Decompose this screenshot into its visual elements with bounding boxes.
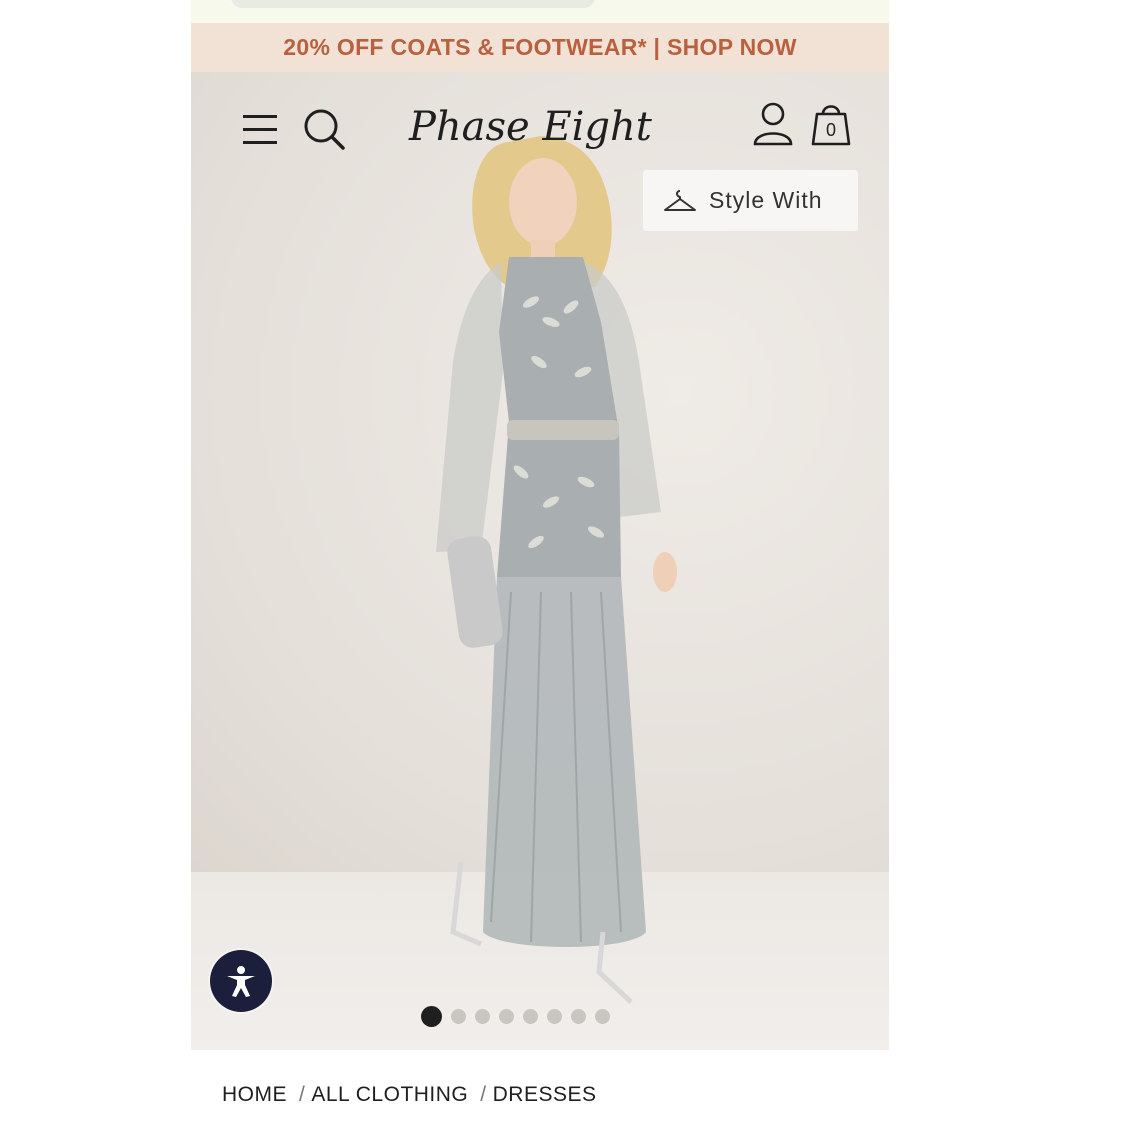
product-image-carousel[interactable]: Phase Eight 0 Style With [191, 72, 889, 1050]
browser-top-strip [191, 0, 889, 23]
bag-count-badge: 0 [825, 120, 836, 140]
style-with-button[interactable]: Style With [643, 170, 858, 231]
brand-logo[interactable]: Phase Eight [405, 96, 689, 162]
address-bar[interactable] [231, 0, 595, 8]
carousel-dot[interactable] [595, 1008, 610, 1024]
promo-banner[interactable]: 20% OFF COATS & FOOTWEAR* | SHOP NOW [191, 23, 889, 72]
svg-text:Phase Eight: Phase Eight [408, 104, 653, 150]
breadcrumb: HOME / ALL CLOTHING / DRESSES [222, 1080, 597, 1110]
search-icon[interactable] [301, 106, 347, 152]
breadcrumb-separator: / [480, 1083, 487, 1106]
accessibility-icon [227, 966, 255, 997]
breadcrumb-dresses[interactable]: DRESSES [493, 1083, 597, 1107]
carousel-dot[interactable] [547, 1008, 562, 1024]
accessibility-button[interactable] [210, 950, 272, 1012]
carousel-dots [421, 1005, 610, 1027]
carousel-dot[interactable] [451, 1008, 466, 1024]
breadcrumb-all-clothing[interactable]: ALL CLOTHING [311, 1083, 468, 1107]
menu-icon[interactable] [241, 112, 279, 148]
breadcrumb-home[interactable]: HOME [222, 1083, 287, 1107]
hanger-icon [664, 189, 696, 211]
account-icon[interactable] [751, 100, 795, 146]
product-page: 20% OFF COATS & FOOTWEAR* | SHOP NOW Pha… [191, 0, 889, 1134]
promo-text[interactable]: 20% OFF COATS & FOOTWEAR* | SHOP NOW [283, 34, 796, 61]
carousel-dot[interactable] [475, 1008, 490, 1024]
carousel-dot[interactable] [421, 1005, 442, 1027]
style-with-label: Style With [709, 187, 823, 213]
breadcrumb-separator: / [299, 1083, 306, 1106]
carousel-dot[interactable] [571, 1008, 586, 1024]
carousel-dot[interactable] [523, 1008, 538, 1024]
carousel-dot[interactable] [499, 1008, 514, 1024]
